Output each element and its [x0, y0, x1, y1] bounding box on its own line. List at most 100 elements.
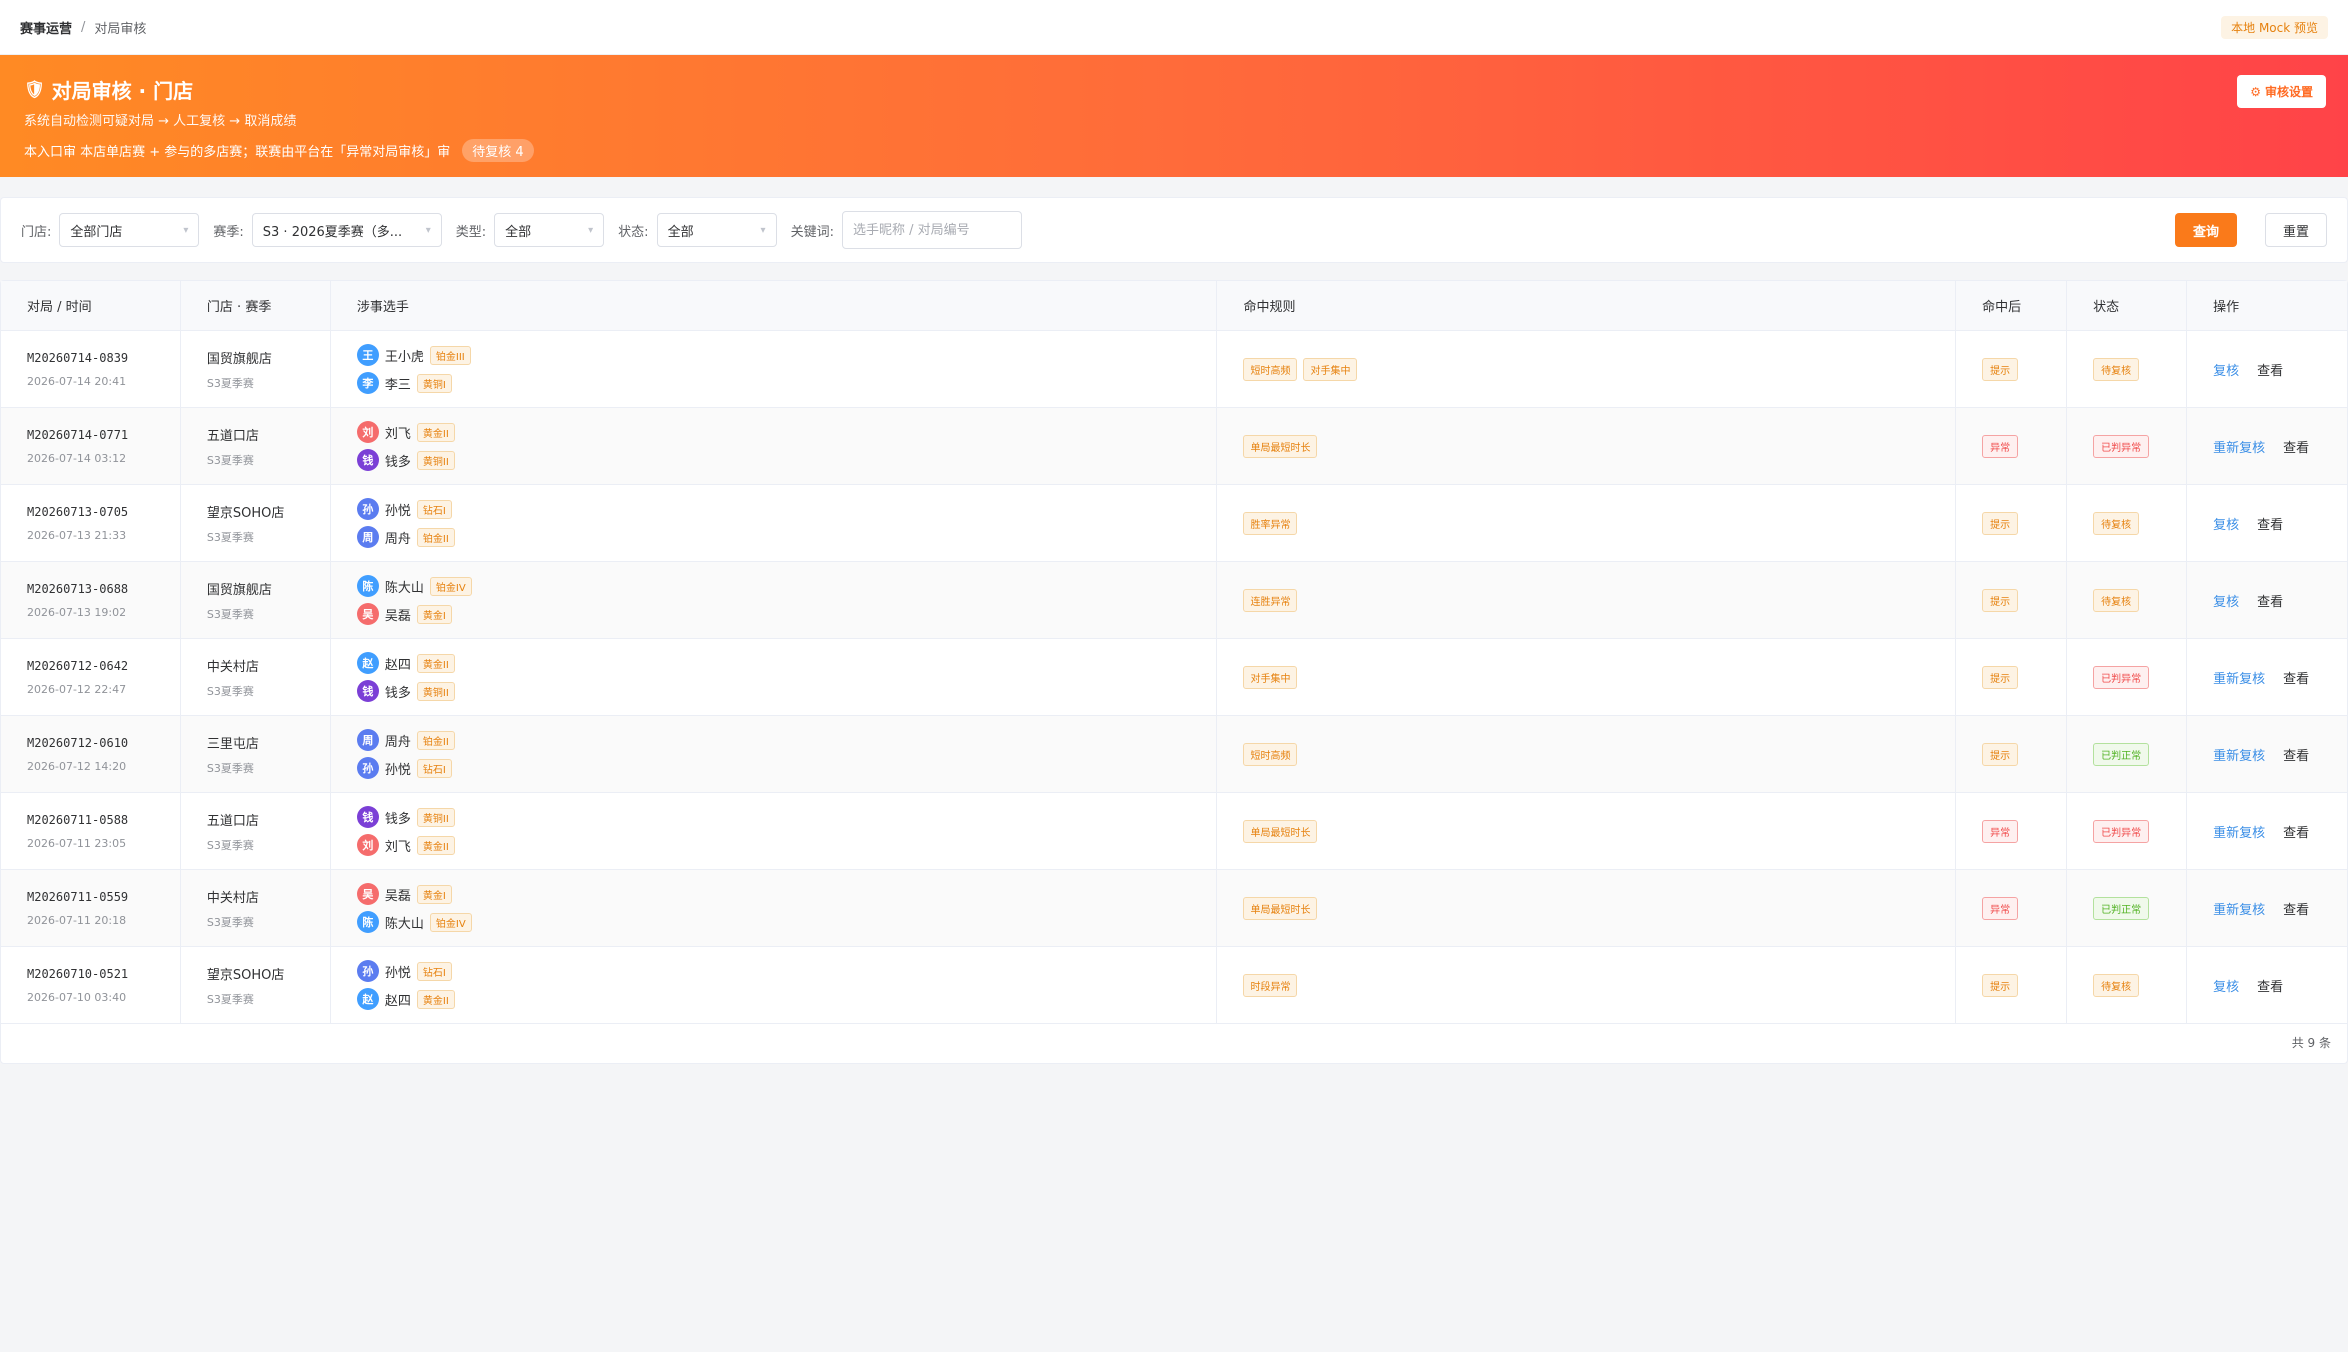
player-name[interactable]: 周舟 — [385, 528, 411, 547]
view-link[interactable]: 查看 — [2257, 591, 2283, 610]
rank-badge: 黄铜II — [416, 681, 455, 701]
season-name: S3夏季赛 — [206, 761, 254, 775]
mock-preview-badge: 本地 Mock 预览 — [2221, 15, 2328, 39]
season-name: S3夏季赛 — [206, 684, 254, 698]
rank-badge: 黄金II — [416, 989, 455, 1009]
total-count: 共 9 条 — [2291, 1036, 2331, 1050]
after-hit-cell: 异常 — [1956, 793, 2068, 869]
player-entry: 孙 孙悦 钻石I — [356, 497, 1217, 521]
table-row: M20260710-0521 2026-07-10 03:40 望京SOHO店 … — [1, 947, 2347, 1024]
status-select[interactable]: 全部 ▾ — [656, 213, 777, 247]
rank-badge: 铂金II — [416, 730, 455, 750]
match-id: M20260711-0559 — [27, 889, 129, 904]
player-name[interactable]: 吴磊 — [385, 885, 411, 904]
view-link[interactable]: 查看 — [2283, 745, 2309, 764]
rule-tag: 单局最短时长 — [1243, 434, 1318, 458]
review-link[interactable]: 重新复核 — [2213, 899, 2265, 918]
table-row: M20260714-0771 2026-07-14 03:12 五道口店 S3夏… — [1, 408, 2347, 485]
review-link[interactable]: 复核 — [2213, 360, 2239, 379]
after-hit-tag: 提示 — [1982, 588, 2019, 612]
rank-badge: 黄铜I — [416, 373, 452, 393]
after-hit-tag: 异常 — [1982, 434, 2019, 458]
view-link[interactable]: 查看 — [2283, 899, 2309, 918]
player-name[interactable]: 孙悦 — [385, 759, 411, 778]
review-link[interactable]: 复核 — [2213, 976, 2239, 995]
status-cell: 待复核 — [2067, 947, 2188, 1023]
player-name[interactable]: 刘飞 — [385, 423, 411, 442]
player-name[interactable]: 吴磊 — [385, 605, 411, 624]
season-select[interactable]: S3 · 2026夏季赛（多... ▾ — [251, 213, 442, 247]
player-name[interactable]: 孙悦 — [385, 500, 411, 519]
breadcrumb-root[interactable]: 赛事运营 — [20, 18, 72, 37]
avatar: 刘 — [356, 421, 379, 443]
players-cell: 孙 孙悦 钻石I 赵 赵四 黄金II — [331, 947, 1218, 1023]
players-cell: 钱 钱多 黄铜II 刘 刘飞 黄金II — [331, 793, 1218, 869]
review-link[interactable]: 重新复核 — [2213, 668, 2265, 687]
player-entry: 周 周舟 铂金II — [356, 728, 1217, 752]
avatar: 赵 — [356, 652, 379, 674]
view-link[interactable]: 查看 — [2257, 976, 2283, 995]
player-name[interactable]: 钱多 — [385, 451, 411, 470]
player-name[interactable]: 孙悦 — [385, 962, 411, 981]
match-cell: M20260712-0642 2026-07-12 22:47 — [1, 639, 181, 715]
table-row: M20260714-0839 2026-07-14 20:41 国贸旗舰店 S3… — [1, 331, 2347, 408]
player-name[interactable]: 陈大山 — [385, 577, 424, 596]
store-select[interactable]: 全部门店 ▾ — [59, 213, 200, 247]
actions-cell: 复核 查看 — [2187, 947, 2347, 1023]
rank-badge: 黄金II — [416, 422, 455, 442]
player-name[interactable]: 赵四 — [385, 654, 411, 673]
review-settings-button[interactable]: ⚙ 审核设置 — [2237, 75, 2326, 108]
keyword-input[interactable] — [841, 211, 1022, 249]
column-header: 门店 · 赛季 — [181, 281, 331, 330]
player-entry: 周 周舟 铂金II — [356, 525, 1217, 549]
status-badge: 已判正常 — [2093, 896, 2150, 920]
actions-cell: 重新复核 查看 — [2187, 793, 2347, 869]
match-time: 2026-07-11 20:18 — [27, 913, 127, 927]
match-cell: M20260711-0588 2026-07-11 23:05 — [1, 793, 181, 869]
view-link[interactable]: 查看 — [2257, 514, 2283, 533]
player-name[interactable]: 钱多 — [385, 808, 411, 827]
query-button[interactable]: 查询 — [2175, 213, 2237, 247]
player-name[interactable]: 王小虎 — [385, 346, 424, 365]
rank-badge: 钻石I — [416, 758, 452, 778]
store-cell: 望京SOHO店 S3夏季赛 — [181, 485, 331, 561]
rule-tag: 胜率异常 — [1243, 511, 1298, 535]
keyword-filter-label: 关键词: — [790, 224, 834, 240]
review-link[interactable]: 复核 — [2213, 591, 2239, 610]
store-name: 三里屯店 — [206, 736, 259, 752]
match-time: 2026-07-13 19:02 — [27, 605, 127, 619]
view-link[interactable]: 查看 — [2283, 668, 2309, 687]
player-entry: 钱 钱多 黄铜II — [356, 679, 1217, 703]
reset-button[interactable]: 重置 — [2265, 213, 2327, 247]
shield-icon: 🛡 — [24, 79, 46, 100]
player-entry: 刘 刘飞 黄金II — [356, 833, 1217, 857]
type-select[interactable]: 全部 ▾ — [494, 213, 605, 247]
after-hit-cell: 提示 — [1956, 716, 2068, 792]
player-name[interactable]: 周舟 — [385, 731, 411, 750]
player-name[interactable]: 刘飞 — [385, 836, 411, 855]
rules-cell: 对手集中 — [1217, 639, 1957, 715]
player-name[interactable]: 李三 — [385, 374, 411, 393]
match-time: 2026-07-12 14:20 — [27, 759, 127, 773]
player-entry: 赵 赵四 黄金II — [356, 651, 1217, 675]
status-cell: 已判异常 — [2067, 639, 2188, 715]
player-name[interactable]: 钱多 — [385, 682, 411, 701]
season-name: S3夏季赛 — [206, 838, 254, 852]
actions-cell: 复核 查看 — [2187, 485, 2347, 561]
hero-subtitle: 系统自动检测可疑对局 → 人工复核 → 取消成绩 — [24, 114, 297, 129]
view-link[interactable]: 查看 — [2283, 437, 2309, 456]
rules-cell: 时段异常 — [1217, 947, 1957, 1023]
review-link[interactable]: 重新复核 — [2213, 745, 2265, 764]
after-hit-tag: 提示 — [1982, 742, 2019, 766]
view-link[interactable]: 查看 — [2283, 822, 2309, 841]
review-link[interactable]: 复核 — [2213, 514, 2239, 533]
player-name[interactable]: 陈大山 — [385, 913, 424, 932]
review-link[interactable]: 重新复核 — [2213, 822, 2265, 841]
view-link[interactable]: 查看 — [2257, 360, 2283, 379]
player-name[interactable]: 赵四 — [385, 990, 411, 1009]
match-cell: M20260711-0559 2026-07-11 20:18 — [1, 870, 181, 946]
player-entry: 吴 吴磊 黄金I — [356, 882, 1217, 906]
players-cell: 陈 陈大山 铂金IV 吴 吴磊 黄金I — [331, 562, 1218, 638]
review-link[interactable]: 重新复核 — [2213, 437, 2265, 456]
filter-bar: 门店: 全部门店 ▾ 赛季: S3 · 2026夏季赛（多... ▾ 类型: 全… — [0, 197, 2348, 263]
